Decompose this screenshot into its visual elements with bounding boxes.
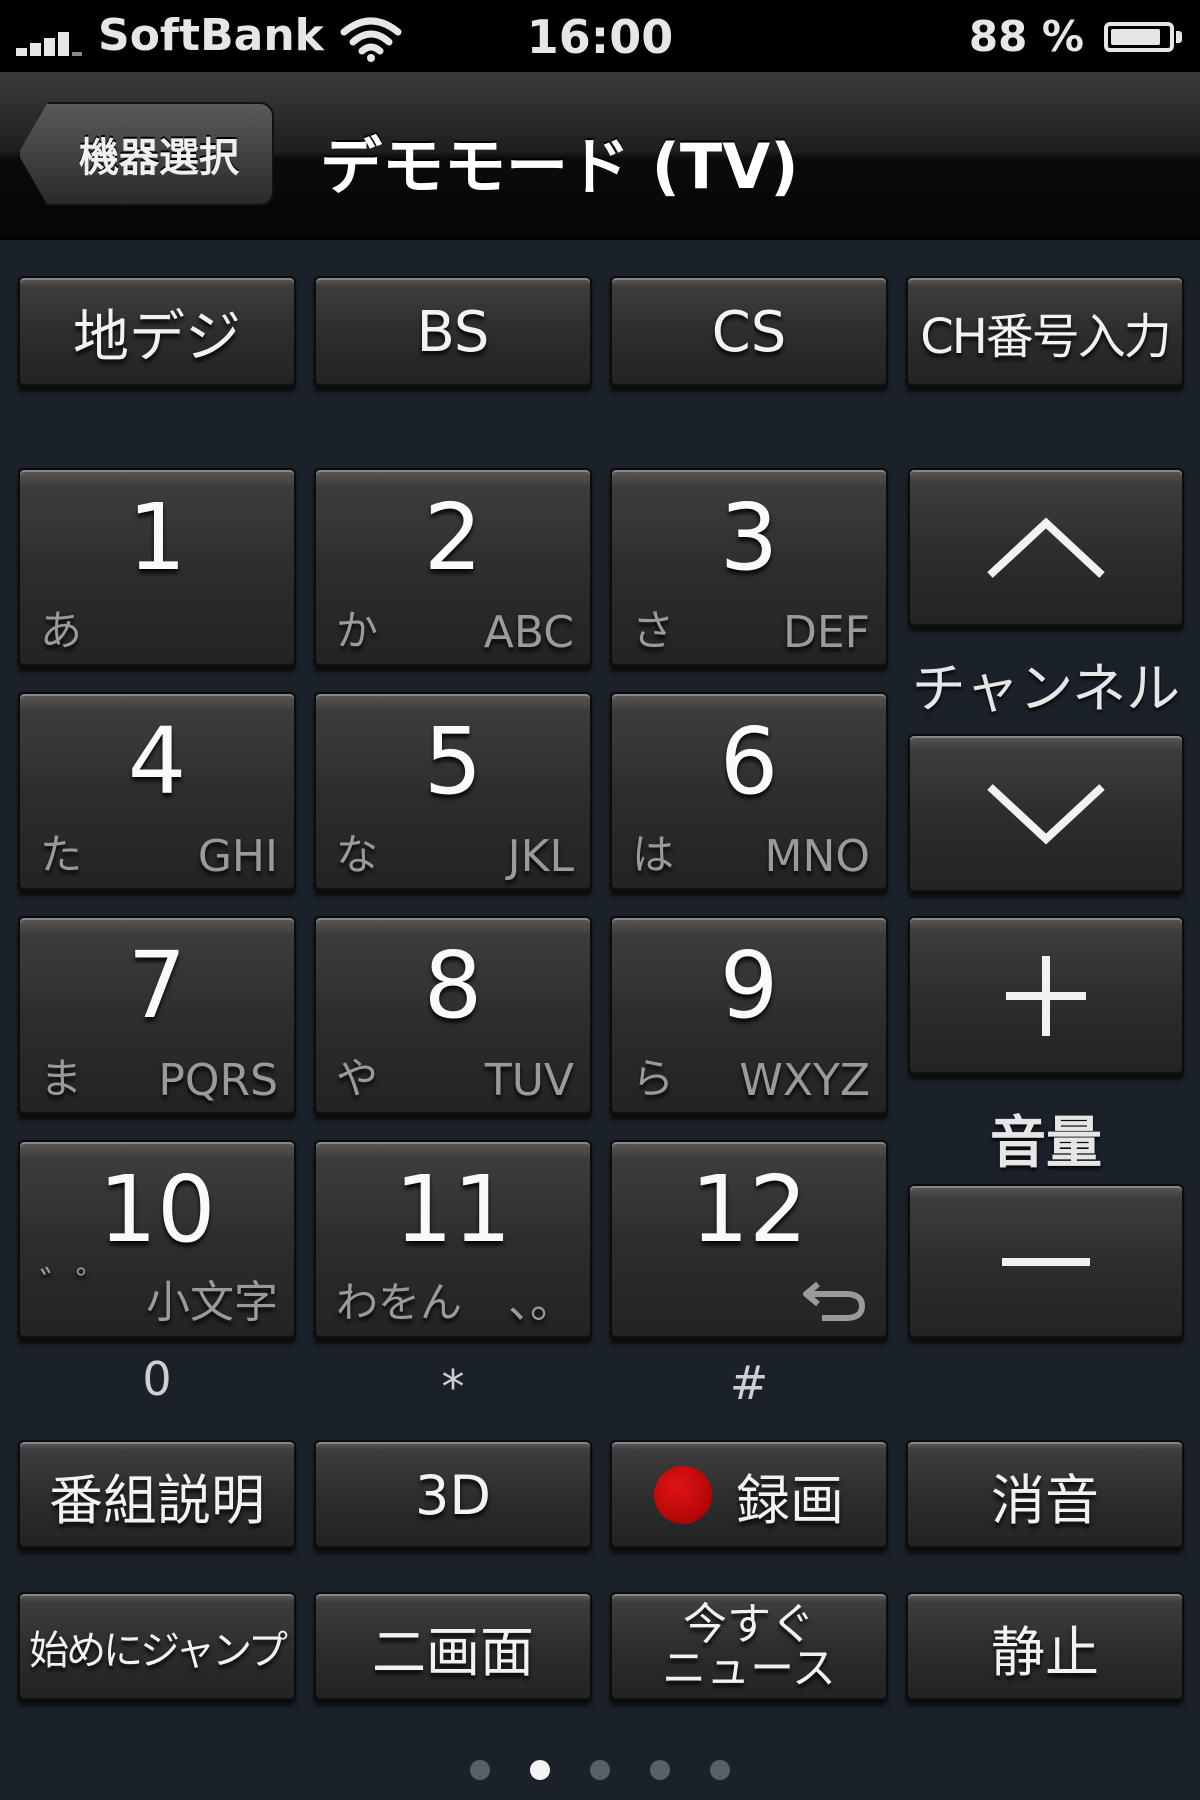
button-label: 録画 bbox=[736, 1468, 844, 1532]
number-key-3[interactable]: 3 さ DEF bbox=[610, 468, 888, 668]
button-label: CS bbox=[711, 299, 787, 365]
news-now-button[interactable]: 今すぐ ニュース bbox=[610, 1592, 888, 1702]
page-dot[interactable] bbox=[470, 1760, 490, 1780]
key-number: 5 bbox=[423, 708, 483, 815]
key-kana: ら bbox=[632, 1054, 675, 1103]
key-alpha: MNO bbox=[764, 831, 870, 882]
button-label-line1: 今すぐ bbox=[683, 1599, 815, 1650]
button-label: 始めにジャンプ bbox=[29, 1628, 288, 1674]
key-kana: な bbox=[336, 830, 379, 879]
key-12-sub-label: # bbox=[729, 1356, 769, 1410]
button-label-stack: 今すぐ ニュース bbox=[662, 1603, 836, 1691]
key-alpha: PQRS bbox=[158, 1055, 278, 1106]
key-alpha: ABC bbox=[483, 607, 574, 658]
number-key-8[interactable]: 8 や TUV bbox=[314, 916, 592, 1116]
key-number: 8 bbox=[423, 932, 483, 1039]
mute-button[interactable]: 消音 bbox=[906, 1440, 1184, 1550]
channel-label: チャンネル bbox=[911, 657, 1181, 720]
key-number: 1 bbox=[127, 484, 187, 591]
volume-down-button[interactable] bbox=[908, 1184, 1184, 1340]
button-label: 消音 bbox=[991, 1468, 1099, 1532]
channel-down-button[interactable] bbox=[908, 734, 1184, 894]
key-kana: や bbox=[336, 1054, 379, 1103]
return-arrow-icon bbox=[803, 1281, 866, 1321]
key-kana: か bbox=[336, 606, 379, 655]
minus-icon bbox=[1002, 1258, 1090, 1266]
status-bar: SoftBank 16:00 88 % bbox=[0, 0, 1200, 72]
key-alpha: WXYZ bbox=[739, 1055, 870, 1106]
navigation-bar: 機器選択 デモモード (TV) bbox=[0, 72, 1200, 240]
battery-percentage: 88 % bbox=[968, 12, 1084, 61]
key-kana: た bbox=[40, 830, 83, 879]
volume-label: 音量 bbox=[990, 1111, 1102, 1176]
key-alpha: GHI bbox=[197, 831, 278, 882]
number-key-10[interactable]: 10 ゛゜ 小文字 bbox=[18, 1140, 296, 1340]
dual-screen-button[interactable]: 二画面 bbox=[314, 1592, 592, 1702]
source-terrestrial-button[interactable]: 地デジ bbox=[18, 276, 296, 388]
source-cs-button[interactable]: CS bbox=[610, 276, 888, 388]
volume-up-button[interactable] bbox=[908, 916, 1184, 1076]
number-key-12[interactable]: 12 bbox=[610, 1140, 888, 1340]
key-number: 12 bbox=[690, 1156, 808, 1263]
button-label: 番組説明 bbox=[49, 1468, 265, 1532]
page-dot[interactable] bbox=[710, 1760, 730, 1780]
number-key-6[interactable]: 6 は MNO bbox=[610, 692, 888, 892]
page-title: デモモード (TV) bbox=[320, 130, 799, 203]
chevron-down-icon bbox=[987, 784, 1105, 845]
channel-up-button[interactable] bbox=[908, 468, 1184, 628]
page-dot[interactable] bbox=[530, 1760, 550, 1780]
key-number: 11 bbox=[394, 1156, 512, 1263]
key-number: 2 bbox=[423, 484, 483, 591]
key-kana: あ bbox=[40, 606, 83, 655]
jump-to-start-button[interactable]: 始めにジャンプ bbox=[18, 1592, 296, 1702]
key-alpha: JKL bbox=[507, 831, 574, 882]
number-key-2[interactable]: 2 か ABC bbox=[314, 468, 592, 668]
number-key-1[interactable]: 1 あ bbox=[18, 468, 296, 668]
page-dot[interactable] bbox=[650, 1760, 670, 1780]
device-select-back-button[interactable]: 機器選択 bbox=[18, 102, 274, 206]
key-alpha: 小文字 bbox=[146, 1277, 278, 1328]
key-number: 9 bbox=[719, 932, 779, 1039]
number-key-4[interactable]: 4 た GHI bbox=[18, 692, 296, 892]
key-number: 6 bbox=[719, 708, 779, 815]
key-kana: は bbox=[632, 830, 675, 879]
key-alpha: TUV bbox=[484, 1055, 574, 1106]
page-indicator[interactable] bbox=[0, 1760, 1200, 1784]
button-label: 地デジ bbox=[73, 304, 241, 370]
key-number: 7 bbox=[127, 932, 187, 1039]
record-dot-icon bbox=[654, 1466, 712, 1524]
channel-number-input-button[interactable]: CH番号入力 bbox=[906, 276, 1184, 388]
plus-icon bbox=[1006, 956, 1086, 1036]
key-kana: ま bbox=[40, 1054, 83, 1103]
key-10-sub-label: 0 bbox=[142, 1352, 172, 1406]
button-label-line2: ニュース bbox=[662, 1643, 836, 1694]
key-number: 4 bbox=[127, 708, 187, 815]
record-button[interactable]: 録画 bbox=[610, 1440, 888, 1550]
source-bs-button[interactable]: BS bbox=[314, 276, 592, 388]
chevron-up-icon bbox=[987, 517, 1105, 578]
button-label: 3D bbox=[415, 1463, 491, 1527]
key-alpha: 、。 bbox=[508, 1277, 574, 1328]
key-kana: さ bbox=[632, 606, 675, 655]
key-alpha: DEF bbox=[783, 607, 870, 658]
number-key-9[interactable]: 9 ら WXYZ bbox=[610, 916, 888, 1116]
number-key-11[interactable]: 11 わをん 、。 bbox=[314, 1140, 592, 1340]
button-label: CH番号入力 bbox=[920, 309, 1172, 365]
key-number: 3 bbox=[719, 484, 779, 591]
key-kana: ゛゜ bbox=[40, 1265, 113, 1306]
program-info-button[interactable]: 番組説明 bbox=[18, 1440, 296, 1550]
key-kana: わをん bbox=[336, 1278, 463, 1327]
freeze-button[interactable]: 静止 bbox=[906, 1592, 1184, 1702]
number-key-7[interactable]: 7 ま PQRS bbox=[18, 916, 296, 1116]
3d-button[interactable]: 3D bbox=[314, 1440, 592, 1550]
button-label: 静止 bbox=[991, 1620, 1099, 1684]
page-dot[interactable] bbox=[590, 1760, 610, 1780]
number-key-5[interactable]: 5 な JKL bbox=[314, 692, 592, 892]
key-11-sub-label: * bbox=[441, 1360, 465, 1414]
key-number: 10 bbox=[98, 1156, 216, 1263]
battery-icon bbox=[1104, 22, 1182, 52]
button-label: BS bbox=[416, 299, 490, 365]
button-label: 二画面 bbox=[372, 1620, 534, 1684]
